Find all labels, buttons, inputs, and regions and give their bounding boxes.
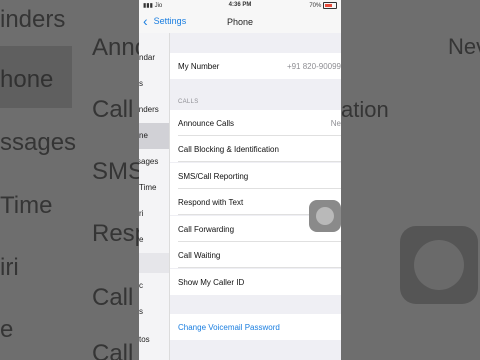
background-text: e xyxy=(0,316,14,343)
list-item[interactable]: Time xyxy=(139,175,169,201)
background-assistive-touch xyxy=(400,226,478,304)
battery-icon xyxy=(323,2,337,9)
row-label: Call Waiting xyxy=(178,251,221,260)
background-text: hone xyxy=(0,66,54,93)
phone-screen: ▮▮▮ Jio 4:36 PM 70% ‹ Settings Phone nda… xyxy=(139,0,341,360)
list-item[interactable]: e xyxy=(139,227,169,253)
sms-call-reporting-row[interactable]: SMS/Call Reporting xyxy=(170,163,341,189)
call-blocking-row[interactable]: Call Blocking & Identification xyxy=(170,136,341,162)
calls-section-header: CALLS xyxy=(178,99,199,105)
list-item[interactable]: s xyxy=(139,299,169,325)
list-item[interactable]: sages xyxy=(139,149,169,175)
show-caller-id-row[interactable]: Show My Caller ID xyxy=(170,269,341,295)
row-label: Respond with Text xyxy=(178,198,244,207)
background-text: ssages xyxy=(0,129,77,156)
background-text: Time xyxy=(0,192,53,219)
my-number-row[interactable]: My Number +91 820-90099 xyxy=(170,53,341,79)
background-text: Nev xyxy=(448,34,480,59)
list-item[interactable]: c xyxy=(139,273,169,299)
background-text: ation xyxy=(341,97,389,122)
my-number-value: +91 820-90099 xyxy=(286,62,341,71)
announce-calls-value: Ne xyxy=(330,119,341,128)
battery-percent: 70% xyxy=(309,3,322,10)
row-label: Call Blocking & Identification xyxy=(178,145,279,154)
assistive-touch-button[interactable] xyxy=(309,200,341,232)
phone-settings-panel: My Number +91 820-90099 CALLS Announce C… xyxy=(170,33,341,360)
row-label: Call Forwarding xyxy=(178,225,235,234)
change-voicemail-password-link: Change Voicemail Password xyxy=(178,323,280,332)
page-title: Phone xyxy=(226,17,254,27)
settings-master-list: ndar s inders ne sages Time ri e c s tos xyxy=(139,33,170,360)
list-item[interactable]: ri xyxy=(139,201,169,227)
divider xyxy=(178,161,341,162)
list-item[interactable]: s xyxy=(139,71,169,97)
list-item[interactable]: ndar xyxy=(139,45,169,71)
list-item[interactable]: inders xyxy=(139,97,169,123)
background-text: inders xyxy=(0,6,66,33)
row-label: SMS/Call Reporting xyxy=(178,172,249,181)
navigation-bar: ‹ Settings Phone xyxy=(139,11,341,34)
list-item-selected[interactable]: ne xyxy=(139,123,169,149)
list-item[interactable]: tos xyxy=(139,327,169,353)
announce-calls-label: Announce Calls xyxy=(178,119,235,128)
section-gap xyxy=(139,253,169,273)
status-bar: ▮▮▮ Jio 4:36 PM 70% xyxy=(139,0,341,11)
change-voicemail-password-row[interactable]: Change Voicemail Password xyxy=(170,314,341,340)
divider xyxy=(178,267,341,268)
my-number-label: My Number xyxy=(178,62,220,71)
call-waiting-row[interactable]: Call Waiting xyxy=(170,242,341,268)
row-label: Show My Caller ID xyxy=(178,278,245,287)
battery-indicator: 70% xyxy=(309,2,337,9)
background-text: iri xyxy=(0,254,19,281)
announce-calls-row[interactable]: Announce Calls Ne xyxy=(170,110,341,136)
